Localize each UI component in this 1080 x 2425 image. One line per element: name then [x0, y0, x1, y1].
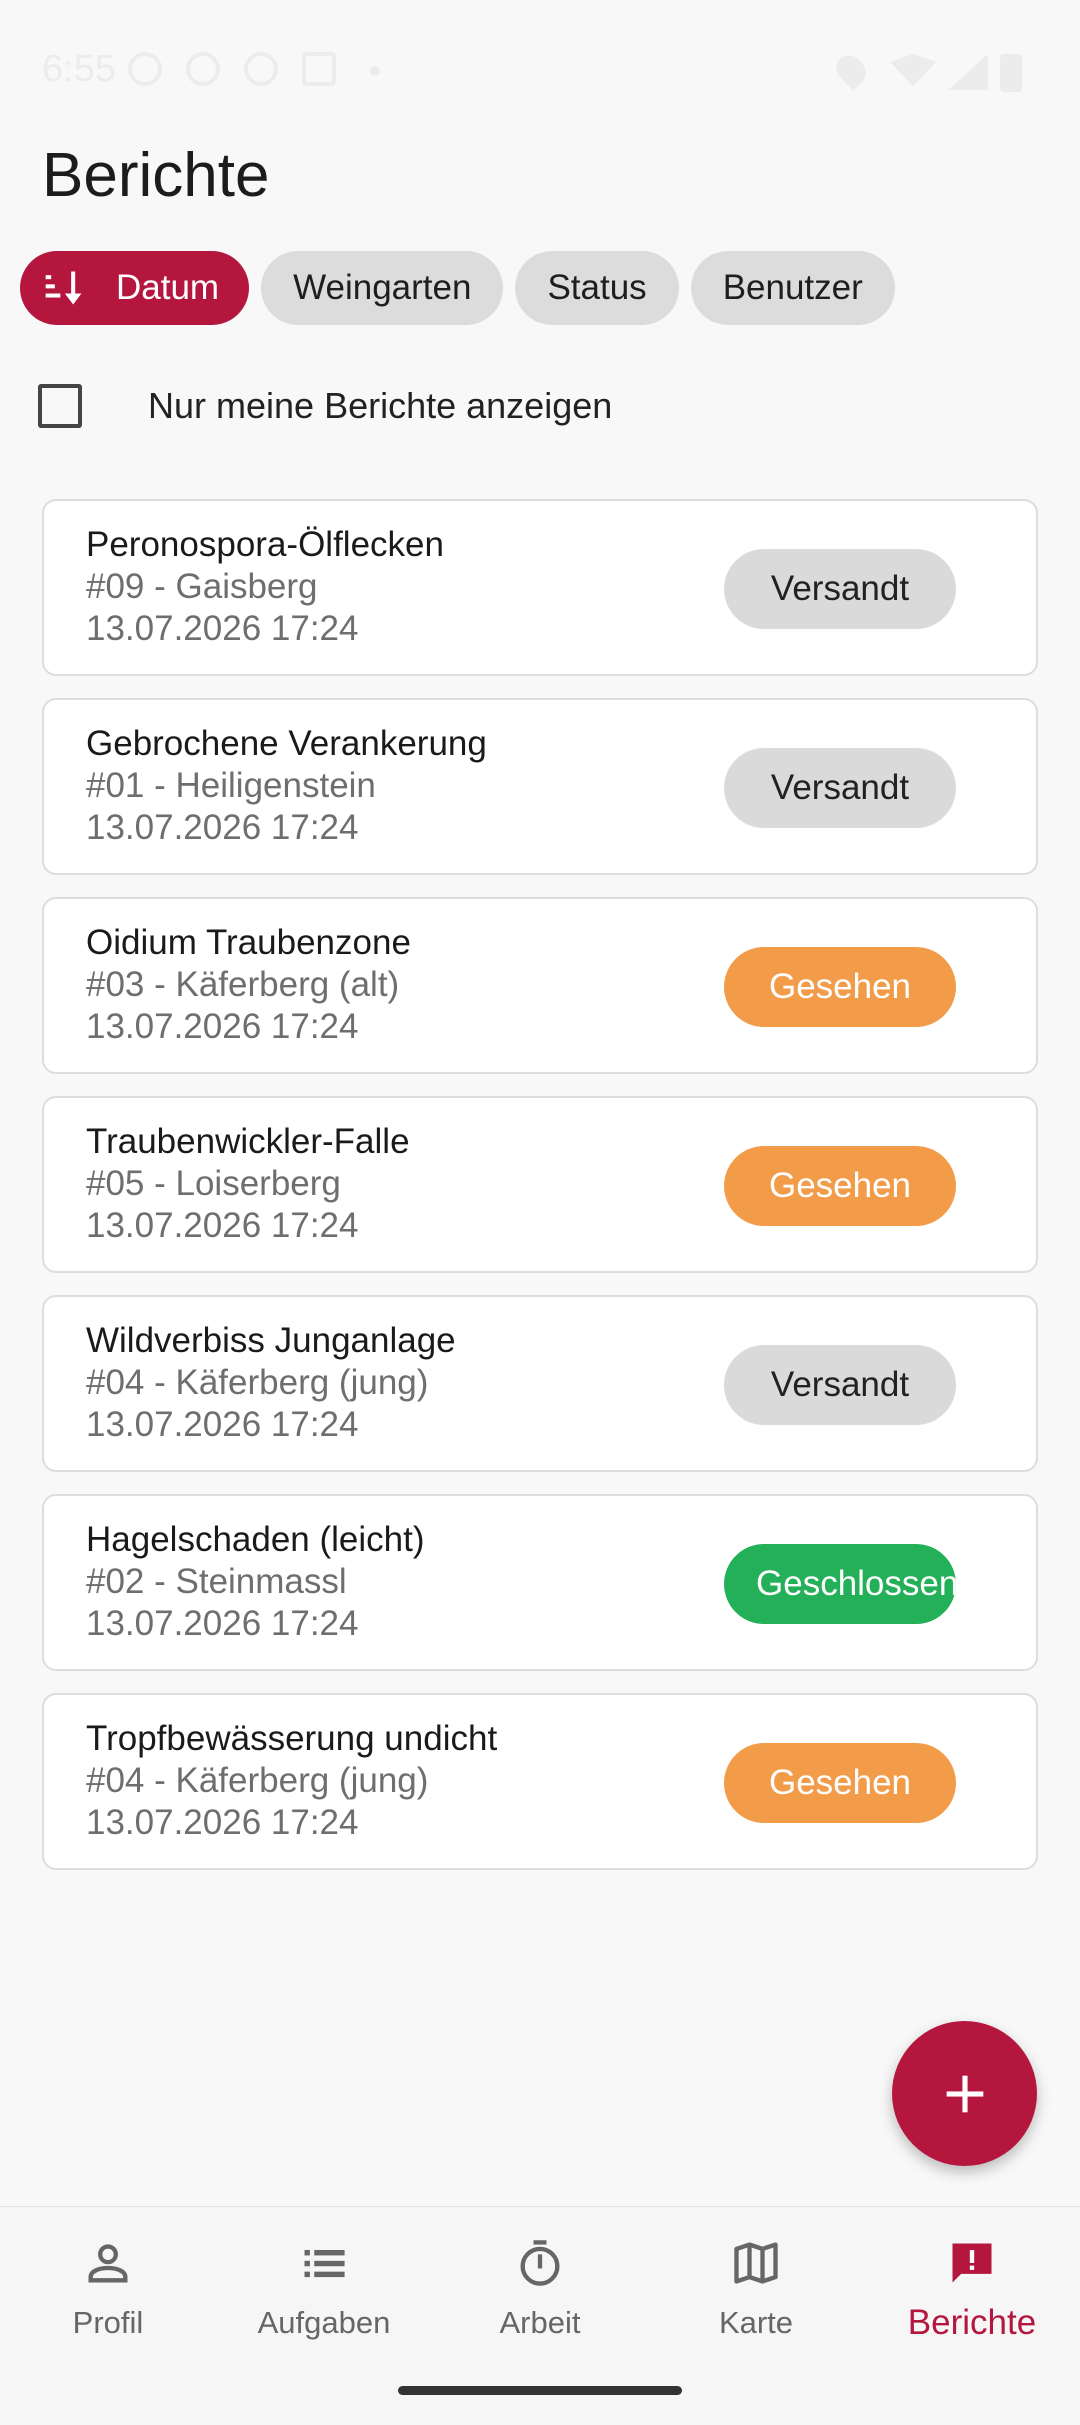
- report-card[interactable]: Tropfbewässerung undicht #04 - Käferberg…: [42, 1693, 1038, 1870]
- dnd-icon: [244, 52, 278, 86]
- only-mine-checkbox[interactable]: [38, 384, 82, 428]
- report-date: 13.07.2026 17:24: [86, 609, 359, 648]
- status-badge: Gesehen: [724, 1743, 956, 1823]
- report-title: Oidium Traubenzone: [86, 923, 411, 962]
- report-date: 13.07.2026 17:24: [86, 1405, 359, 1444]
- report-card[interactable]: Gebrochene Verankerung #01 - Heiligenste…: [42, 698, 1038, 875]
- status-badge: Versandt: [724, 748, 956, 828]
- nav-label: Arbeit: [499, 2305, 581, 2340]
- report-card[interactable]: Traubenwickler-Falle #05 - Loiserberg 13…: [42, 1096, 1038, 1273]
- wifi-icon: [890, 54, 936, 86]
- location-icon: [830, 49, 872, 91]
- status-badge: Geschlossen: [724, 1544, 956, 1624]
- only-mine-filter[interactable]: Nur meine Berichte anzeigen: [38, 380, 612, 432]
- report-date: 13.07.2026 17:24: [86, 1007, 359, 1046]
- nav-profil[interactable]: Profil: [0, 2207, 216, 2377]
- home-indicator[interactable]: [398, 2386, 682, 2395]
- report-card[interactable]: Wildverbiss Junganlage #04 - Käferberg (…: [42, 1295, 1038, 1472]
- status-badge: Versandt: [724, 1345, 956, 1425]
- signal-icon: [948, 54, 988, 90]
- nav-label: Profil: [72, 2305, 144, 2340]
- sort-icon: [45, 271, 82, 305]
- report-vineyard: #04 - Käferberg (jung): [86, 1761, 429, 1800]
- nav-arbeit[interactable]: Arbeit: [432, 2207, 648, 2377]
- report-vineyard: #04 - Käferberg (jung): [86, 1363, 429, 1402]
- dot-icon: [370, 66, 380, 76]
- report-vineyard: #09 - Gaisberg: [86, 567, 318, 606]
- report-card[interactable]: Hagelschaden (leicht) #02 - Steinmassl 1…: [42, 1494, 1038, 1671]
- report-title: Wildverbiss Junganlage: [86, 1321, 456, 1360]
- report-title: Traubenwickler-Falle: [86, 1122, 410, 1161]
- plus-icon: [946, 2075, 983, 2112]
- battery-icon: [1000, 54, 1022, 92]
- report-vineyard: #02 - Steinmassl: [86, 1562, 347, 1601]
- status-time: 6:55: [42, 48, 116, 90]
- only-mine-label: Nur meine Berichte anzeigen: [148, 385, 613, 426]
- status-badge: Gesehen: [724, 1146, 956, 1226]
- report-title: Tropfbewässerung undicht: [86, 1719, 498, 1758]
- nav-aufgaben[interactable]: Aufgaben: [216, 2207, 432, 2377]
- report-date: 13.07.2026 17:24: [86, 808, 359, 847]
- status-bar: 6:55: [0, 0, 1080, 140]
- report-title: Peronospora-Ölflecken: [86, 525, 444, 564]
- page-title: Berichte: [42, 141, 270, 210]
- add-report-button[interactable]: [892, 2021, 1037, 2166]
- notification-icon: [128, 52, 162, 86]
- report-title: Gebrochene Verankerung: [86, 724, 487, 763]
- nav-berichte[interactable]: Berichte: [864, 2207, 1080, 2377]
- report-icon: [952, 2243, 992, 2283]
- report-vineyard: #01 - Heiligenstein: [86, 766, 376, 805]
- report-date: 13.07.2026 17:24: [86, 1206, 359, 1245]
- map-icon: [734, 2242, 778, 2284]
- list-icon: [304, 2250, 345, 2278]
- chip-status[interactable]: Status: [515, 251, 679, 325]
- nav-label: Karte: [718, 2305, 794, 2340]
- report-card[interactable]: Oidium Traubenzone #03 - Käferberg (alt)…: [42, 897, 1038, 1074]
- nav-label: Aufgaben: [257, 2305, 391, 2340]
- report-card[interactable]: Peronospora-Ölflecken #09 - Gaisberg 13.…: [42, 499, 1038, 676]
- status-badge: Versandt: [724, 549, 956, 629]
- chip-weingarten[interactable]: Weingarten: [261, 251, 504, 325]
- report-vineyard: #03 - Käferberg (alt): [86, 965, 400, 1004]
- report-vineyard: #05 - Loiserberg: [86, 1164, 341, 1203]
- report-date: 13.07.2026 17:24: [86, 1803, 359, 1842]
- report-date: 13.07.2026 17:24: [86, 1604, 359, 1643]
- settings-icon: [186, 52, 220, 86]
- chip-datum-label: Datum: [116, 268, 220, 307]
- report-title: Hagelschaden (leicht): [86, 1520, 425, 1559]
- nav-label: Berichte: [907, 2303, 1037, 2342]
- app-icon: [302, 52, 336, 86]
- timer-icon: [520, 2240, 560, 2286]
- chip-datum[interactable]: Datum: [20, 251, 250, 325]
- chip-benutzer[interactable]: Benutzer: [690, 251, 895, 325]
- nav-karte[interactable]: Karte: [648, 2207, 864, 2377]
- sort-chip-row: Datum Weingarten Status Benutzer: [20, 251, 895, 325]
- person-icon: [88, 2244, 128, 2283]
- report-list: Peronospora-Ölflecken #09 - Gaisberg 13.…: [42, 499, 1038, 1892]
- status-badge: Gesehen: [724, 947, 956, 1027]
